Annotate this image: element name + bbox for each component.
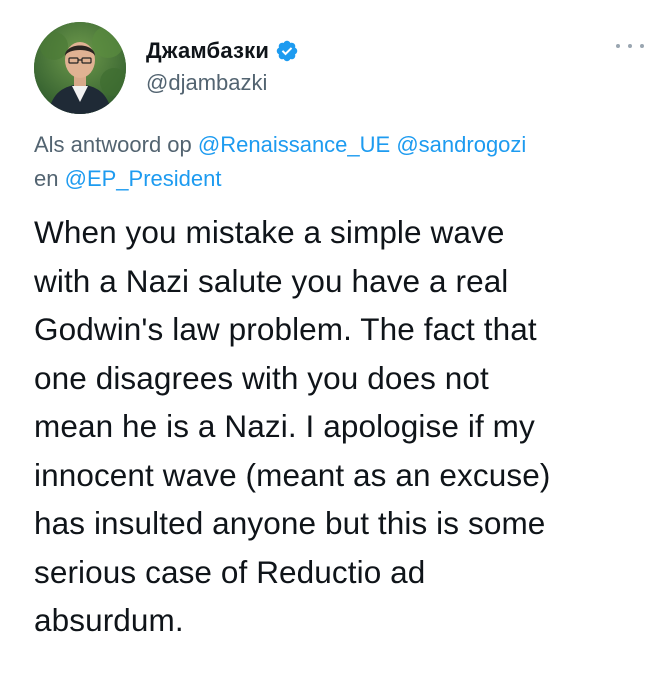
tweet-text-line: When you mistake a simple wave [34, 214, 505, 250]
author-handle[interactable]: @djambazki [146, 70, 299, 96]
tweet-text-line: has insulted anyone but this is some [34, 505, 546, 541]
display-name-row: Джамбазки [146, 36, 299, 66]
reply-context: Als antwoord op @Renaissance_UE @sandrog… [34, 128, 659, 196]
tweet-text-line: innocent wave (meant as an excuse) [34, 456, 551, 493]
mention-link[interactable]: @Renaissance_UE [198, 132, 390, 157]
tweet-text: When you mistake a simple wave with a Na… [34, 208, 659, 645]
tweet-text-line: serious case of Reductio ad [34, 553, 426, 590]
tweet-text-line: Godwin's law problem. The fact that [34, 311, 537, 347]
mention-link[interactable]: @EP_President [65, 166, 222, 191]
verified-badge-icon [275, 39, 299, 63]
tweet-card: Джамбазки @djambazki Als antwoord op @Re… [0, 0, 672, 680]
reply-joiner: en [34, 166, 59, 191]
profile-photo [34, 22, 126, 114]
tweet-text-line: absurdum. [34, 602, 184, 638]
tweet-text-line: one disagrees with you does not [34, 359, 489, 396]
display-name[interactable]: Джамбазки [146, 38, 269, 64]
author-info: Джамбазки @djambazki [146, 36, 299, 96]
reply-prefix: Als antwoord op [34, 132, 192, 157]
tweet-text-line: with a Nazi salute you have a real [34, 262, 509, 299]
tweet-header: Джамбазки @djambazki [34, 22, 644, 114]
more-options-icon[interactable] [616, 38, 644, 54]
mention-link[interactable]: @sandrogozi [396, 132, 526, 157]
tweet-text-line: mean he is a Nazi. I apologise if my [34, 408, 535, 444]
avatar[interactable] [34, 22, 126, 114]
